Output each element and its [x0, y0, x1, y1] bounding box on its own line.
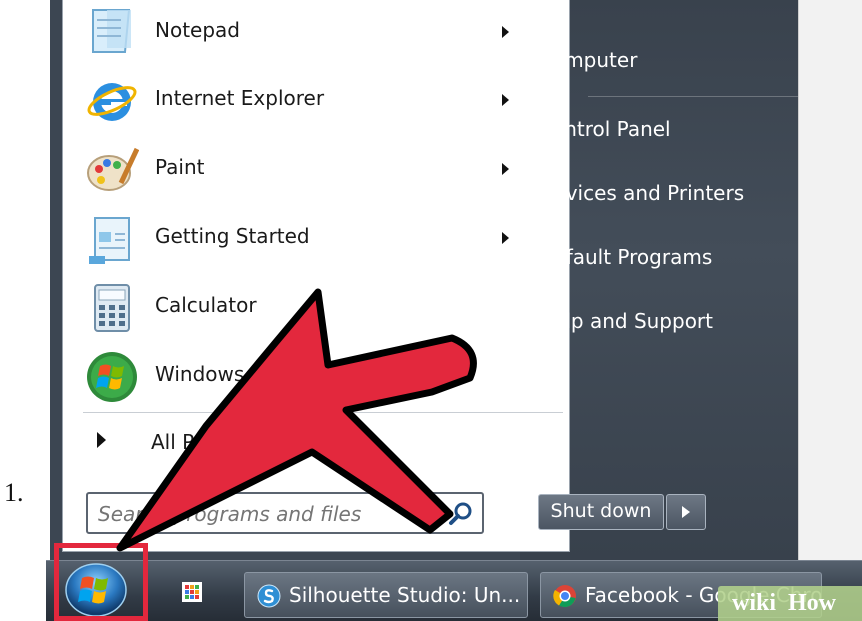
- taskbar-button-label: Silhouette Studio: Un...: [289, 583, 521, 607]
- right-item-devices-and-printers[interactable]: Devices and Printers: [538, 181, 744, 221]
- internet-explorer-icon: [87, 83, 137, 121]
- program-item-getting-started[interactable]: Getting Started: [75, 206, 515, 272]
- search-icon: [449, 502, 472, 525]
- silhouette-studio-icon: [257, 584, 281, 608]
- program-item-calculator[interactable]: Calculator: [75, 275, 515, 341]
- submenu-arrow-icon: [502, 26, 509, 38]
- right-item-control-panel[interactable]: Control Panel: [538, 117, 671, 157]
- chrome-icon: [553, 585, 576, 608]
- search-input[interactable]: [98, 500, 428, 528]
- program-label: Getting Started: [155, 224, 310, 248]
- program-label: Windows Media Center: [155, 362, 385, 386]
- list-number: 1.: [4, 478, 24, 507]
- notepad-icon: [92, 9, 131, 53]
- windows-logo-icon: [87, 352, 137, 402]
- watermark-how-text: How: [788, 590, 836, 616]
- submenu-arrow-icon: [502, 163, 509, 175]
- wikihow-watermark: wiki How: [718, 586, 862, 621]
- program-item-notepad[interactable]: Notepad: [75, 0, 515, 66]
- shutdown-options-button[interactable]: [666, 494, 706, 530]
- getting-started-icon: [89, 217, 130, 264]
- watermark-wiki-text: wiki: [732, 590, 777, 616]
- taskbar-button-silhouette-studio[interactable]: Silhouette Studio: Un...: [244, 572, 528, 618]
- right-item-computer[interactable]: Computer: [538, 48, 637, 88]
- start-menu-programs-pane: Notepad Internet Explorer Paint Getting …: [62, 0, 570, 552]
- right-item-help-and-support[interactable]: Help and Support: [538, 309, 713, 349]
- submenu-arrow-icon: [502, 94, 509, 106]
- right-pane-separator: [588, 96, 824, 97]
- program-item-windows-media-center[interactable]: Windows Media Center: [75, 344, 515, 410]
- start-button-highlight-box: [54, 543, 148, 621]
- program-label: Calculator: [155, 293, 257, 317]
- background-window-edge: [798, 0, 862, 560]
- submenu-arrow-icon: [502, 232, 509, 244]
- program-item-internet-explorer[interactable]: Internet Explorer: [75, 68, 515, 134]
- program-label: Paint: [155, 155, 205, 179]
- program-label: Notepad: [155, 18, 240, 42]
- all-programs-item[interactable]: All Programs: [83, 420, 563, 464]
- calculator-icon: [94, 284, 130, 332]
- search-box[interactable]: [86, 492, 484, 534]
- paint-palette-icon: [87, 147, 139, 191]
- start-menu-grid-icon[interactable]: [180, 580, 204, 604]
- right-item-default-programs[interactable]: Default Programs: [538, 245, 712, 285]
- program-label: Internet Explorer: [155, 86, 325, 110]
- program-item-paint[interactable]: Paint: [75, 137, 515, 203]
- shutdown-button[interactable]: Shut down: [538, 494, 664, 530]
- all-programs-label: All Programs: [151, 430, 277, 454]
- menu-separator: [83, 412, 563, 413]
- expand-arrow-icon: [97, 432, 106, 448]
